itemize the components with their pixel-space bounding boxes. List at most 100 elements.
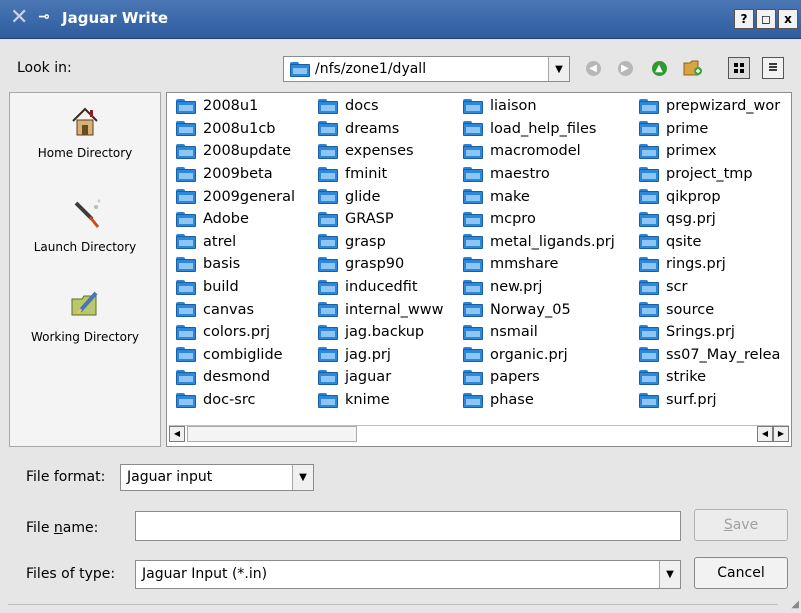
file-list-item[interactable]: jaguar — [313, 366, 443, 389]
file-list-item[interactable]: jag.backup — [313, 321, 443, 344]
file-name: liaison — [490, 98, 537, 115]
file-list-item[interactable]: project_tmp — [634, 163, 780, 186]
close-button[interactable]: x — [778, 9, 798, 29]
horizontal-scrollbar[interactable]: ◀ ◀ ▶ — [169, 425, 789, 442]
file-name: 2008u1 — [203, 98, 259, 115]
file-list-item[interactable]: liaison — [458, 95, 615, 118]
folder-icon — [463, 256, 483, 272]
file-list-item[interactable]: load_help_files — [458, 118, 615, 141]
back-icon[interactable]: ◀ — [582, 57, 604, 79]
file-list-item[interactable]: knime — [313, 389, 443, 412]
file-list-item[interactable]: 2008u1 — [171, 95, 295, 118]
file-list-item[interactable]: source — [634, 298, 780, 321]
file-list-item[interactable]: internal_www — [313, 298, 443, 321]
file-list-item[interactable]: surf.prj — [634, 389, 780, 412]
folder-icon — [639, 347, 659, 363]
file-list-item[interactable]: mcpro — [458, 208, 615, 231]
forward-icon[interactable]: ▶ — [614, 57, 636, 79]
file-list-item[interactable]: GRASP — [313, 208, 443, 231]
file-list-item[interactable]: combiglide — [171, 344, 295, 367]
file-format-combo[interactable]: Jaguar input ▼ — [120, 464, 314, 491]
chevron-down-icon[interactable]: ▼ — [548, 57, 569, 81]
new-folder-icon[interactable] — [682, 57, 704, 79]
file-list-item[interactable]: 2009beta — [171, 163, 295, 186]
scrollbar-thumb[interactable] — [187, 426, 357, 442]
file-list-item[interactable]: atrel — [171, 231, 295, 254]
file-list-item[interactable]: build — [171, 276, 295, 299]
sidebar-item-launch[interactable]: Launch Directory — [10, 197, 160, 254]
scroll-left-icon[interactable]: ◀ — [169, 426, 185, 442]
folder-icon — [639, 189, 659, 205]
file-list-item[interactable]: phase — [458, 389, 615, 412]
scroll-left-icon[interactable]: ◀ — [757, 426, 773, 442]
file-list-item[interactable]: nsmail — [458, 321, 615, 344]
chevron-down-icon[interactable]: ▼ — [292, 465, 313, 490]
file-list-item[interactable]: qsite — [634, 231, 780, 254]
file-list-item[interactable]: rings.prj — [634, 253, 780, 276]
window-menu-icon[interactable]: ✕ — [10, 7, 32, 29]
file-list-item[interactable]: basis — [171, 253, 295, 276]
file-list-item[interactable]: maestro — [458, 163, 615, 186]
file-list-item[interactable]: papers — [458, 366, 615, 389]
file-list-item[interactable]: Adobe — [171, 208, 295, 231]
file-list-item[interactable]: prime — [634, 118, 780, 141]
file-name: inducedfit — [345, 279, 418, 296]
file-list-item[interactable]: grasp90 — [313, 253, 443, 276]
files-of-type-combo[interactable]: Jaguar Input (*.in) ▼ — [135, 560, 681, 589]
maximize-button[interactable]: ◻ — [756, 9, 776, 29]
sidebar-item-working[interactable]: Working Directory — [10, 287, 160, 344]
file-column: 2008u1 2008u1cb 2008update 2009beta 2009gene… — [171, 95, 295, 411]
file-list-item[interactable]: mmshare — [458, 253, 615, 276]
file-list-item[interactable]: fminit — [313, 163, 443, 186]
file-list-item[interactable]: docs — [313, 95, 443, 118]
files-of-type-value: Jaguar Input (*.in) — [142, 566, 268, 582]
file-name: doc-src — [203, 392, 256, 409]
file-list-item[interactable]: grasp — [313, 231, 443, 254]
folder-icon — [639, 369, 659, 385]
file-list-item[interactable]: 2008u1cb — [171, 118, 295, 141]
file-list-item[interactable]: jag.prj — [313, 344, 443, 367]
file-list-item[interactable]: desmond — [171, 366, 295, 389]
file-list-item[interactable]: inducedfit — [313, 276, 443, 299]
file-list-item[interactable]: primex — [634, 140, 780, 163]
file-list-item[interactable]: qikprop — [634, 185, 780, 208]
up-directory-icon[interactable]: ▲ — [648, 57, 670, 79]
file-list-item[interactable]: make — [458, 185, 615, 208]
file-list-item[interactable]: strike — [634, 366, 780, 389]
detail-view-icon[interactable] — [762, 57, 784, 79]
file-list-item[interactable]: colors.prj — [171, 321, 295, 344]
file-list-item[interactable]: ss07_May_relea — [634, 344, 780, 367]
file-list-item[interactable]: scr — [634, 276, 780, 299]
cancel-button[interactable]: Cancel — [694, 557, 788, 589]
file-list-item[interactable]: prepwizard_wor — [634, 95, 780, 118]
resize-grip-icon[interactable]: ◢ — [791, 599, 799, 610]
file-list-item[interactable]: new.prj — [458, 276, 615, 299]
help-button[interactable]: ? — [734, 9, 754, 29]
look-in-combo[interactable]: /nfs/zone1/dyall ▼ — [283, 56, 570, 82]
folder-icon — [463, 143, 483, 159]
folder-icon — [463, 279, 483, 295]
file-list-item[interactable]: expenses — [313, 140, 443, 163]
file-list-item[interactable]: Norway_05 — [458, 298, 615, 321]
file-list-item[interactable]: 2009general — [171, 185, 295, 208]
file-name-input[interactable] — [135, 511, 681, 541]
file-list-item[interactable]: Srings.prj — [634, 321, 780, 344]
file-list-item[interactable]: canvas — [171, 298, 295, 321]
pin-icon[interactable]: ⊸ — [38, 9, 50, 25]
scroll-right-icon[interactable]: ▶ — [773, 426, 789, 442]
file-list-item[interactable]: dreams — [313, 118, 443, 141]
file-list-item[interactable]: qsg.prj — [634, 208, 780, 231]
file-list-item[interactable]: organic.prj — [458, 344, 615, 367]
file-list-item[interactable]: doc-src — [171, 389, 295, 412]
list-view-icon[interactable] — [728, 57, 750, 79]
file-list-item[interactable]: metal_ligands.prj — [458, 231, 615, 254]
file-list-item[interactable]: macromodel — [458, 140, 615, 163]
sidebar-item-home[interactable]: Home Directory — [10, 105, 160, 160]
file-list-item[interactable]: glide — [313, 185, 443, 208]
rocket-icon — [74, 199, 101, 228]
file-list-view[interactable]: 2008u1 2008u1cb 2008update 2009beta 2009gene… — [166, 92, 792, 447]
chevron-down-icon[interactable]: ▼ — [659, 561, 680, 588]
file-name: papers — [490, 369, 540, 386]
save-button[interactable]: Save — [694, 509, 788, 541]
file-list-item[interactable]: 2008update — [171, 140, 295, 163]
